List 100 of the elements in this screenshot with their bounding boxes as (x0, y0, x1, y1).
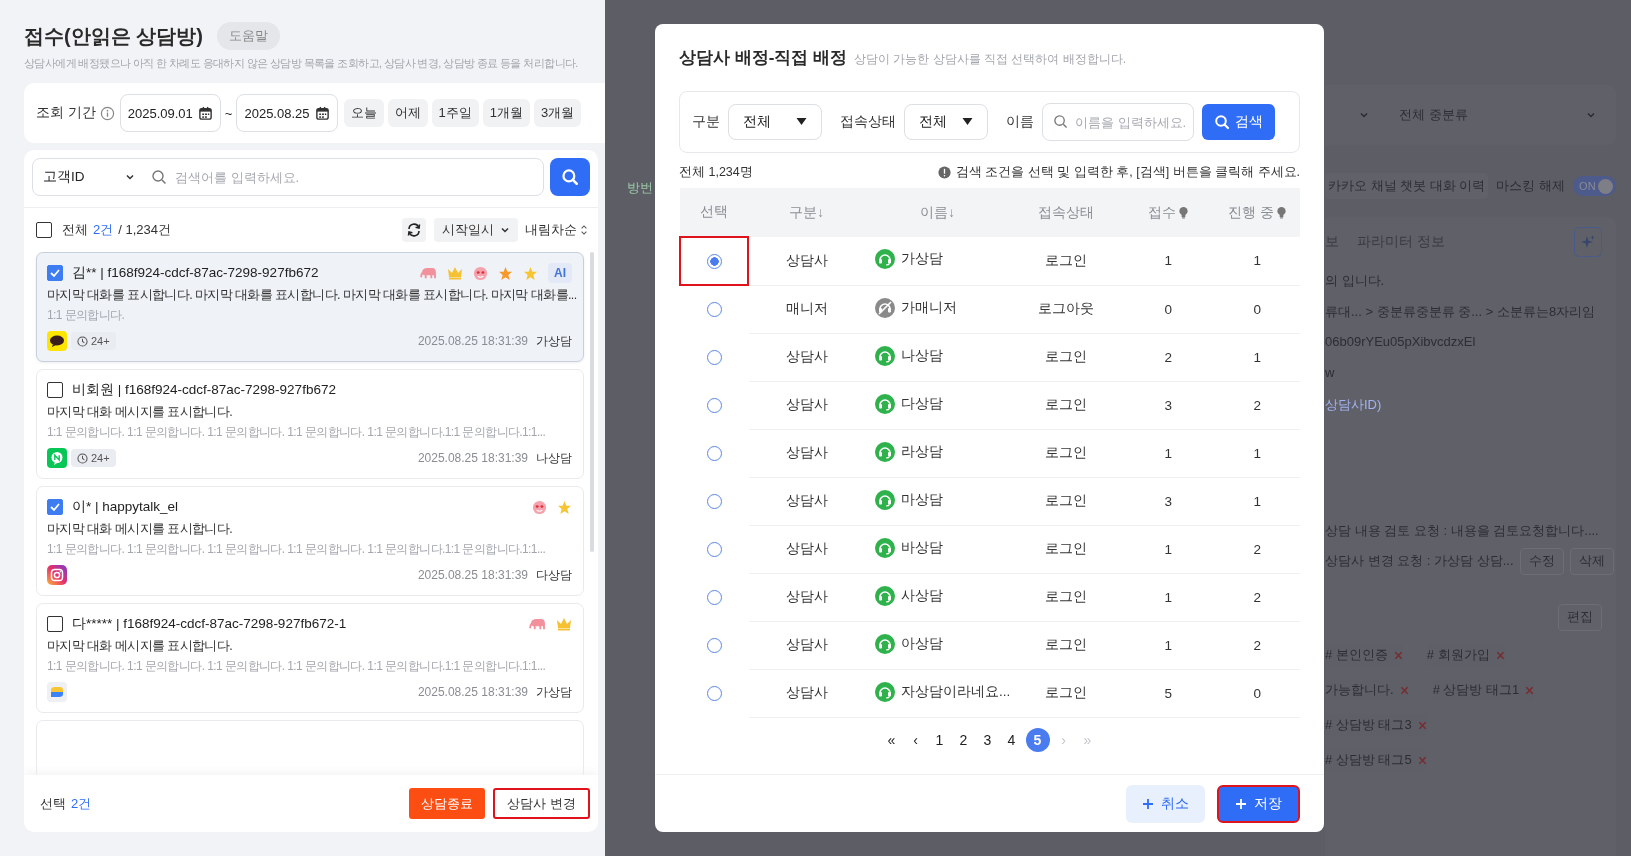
table-cell: 매니저 (748, 285, 865, 333)
page-nav-button[interactable]: ‹ (905, 728, 926, 752)
select-radio[interactable] (706, 253, 722, 269)
filter-label: 이름 (1006, 113, 1034, 131)
table-cell: 로그아웃 (1010, 285, 1123, 333)
ai-badge: AI (548, 263, 572, 283)
table-cell: 1 (1214, 237, 1300, 285)
room-time: 2025.08.25 18:31:39 (417, 334, 528, 348)
chat-room-card[interactable]: 다***** | f168f924-cdcf-87ac-7298-927fb672-1 마지막 대화 메시지를 표시합니다. 1:1 문의합니다. 1:1 문의합니다. 1:1 문의합니다. 1:1 문의합니다. 1:1 문의합니다.1:1 문의합니다.1:1... 2025.08.25 18:31:39 가상담 (36, 603, 584, 713)
search-field[interactable]: 고객ID 검색어를 입력하세요. (32, 158, 544, 196)
chat-app-icon (47, 448, 67, 468)
caret-down-icon (962, 118, 973, 126)
refresh-icon (406, 222, 422, 238)
chat-room-card[interactable]: 비회원 | f168f924-cdcf-87ac-7298-927fb672 마지막 대화 메시지를 표시합니다. 1:1 문의합니다. 1:1 문의합니다. 1:1 문의합니다. 1:1 문의합니다. 1:1 문의합니다.1:1 문의합니다.1:1... 24+ 2025.08.25 18:31:39 나상담 (36, 369, 584, 479)
search-button[interactable]: 검색 (1202, 104, 1275, 140)
table-cell: 1 (1122, 573, 1215, 621)
room-checkbox[interactable] (47, 616, 63, 632)
chevron-down-icon (500, 225, 510, 235)
end-date-field[interactable]: 2025.08.25 (236, 94, 338, 132)
table-cell: 상담사 (748, 669, 865, 717)
chat-room-card[interactable]: 이* | happytalk_el 마지막 대화 메시지를 표시합니다. 1:1 문의합니다. 1:1 문의합니다. 1:1 문의합니다. 1:1 문의합니다. 1:1 문의합니다.1:1 문의합니다.1:1... 2025.08.25 18:31:39 다상담 (36, 486, 584, 596)
page-button[interactable]: 3 (977, 728, 998, 752)
start-date-field[interactable]: 2025.09.01 (119, 94, 221, 132)
name-search-field[interactable]: 이름을 입력하세요. (1042, 103, 1194, 141)
period-button[interactable]: 3개월 (534, 99, 582, 127)
refresh-button[interactable] (402, 218, 426, 242)
selection-count: 2건 (71, 794, 92, 813)
close-icon[interactable] (1495, 650, 1505, 660)
sort-field-dropdown[interactable]: 시작일시 (434, 218, 518, 242)
period-button[interactable]: 1주일 (431, 99, 479, 127)
instagram-icon (47, 565, 67, 585)
page-button[interactable]: 2 (953, 728, 974, 752)
clock-icon (77, 335, 88, 347)
inquiry-text: 1:1 문의합니다. (47, 307, 126, 324)
table-cell: 0 (1122, 285, 1215, 333)
change-agent-button[interactable]: 상담사 변경 (493, 788, 590, 819)
save-button[interactable]: 저장 (1217, 784, 1300, 823)
chevron-down-icon (1586, 110, 1596, 120)
room-checkbox[interactable] (47, 382, 63, 398)
ai-button[interactable] (1574, 227, 1602, 257)
table-cell: 로그인 (1010, 621, 1123, 669)
agent-name: 가상담 (901, 250, 943, 269)
room-title: 다***** | f168f924-cdcf-87ac-7298-927fb672-1 (72, 615, 347, 633)
chevron-down-icon (1359, 110, 1369, 120)
room-title: 김** | f168f924-cdcf-87ac-7298-927fb672 (72, 264, 319, 282)
table-cell: 5 (1122, 669, 1215, 717)
caret-down-icon (796, 118, 807, 126)
room-title: 이* | happytalk_el (72, 498, 179, 516)
filter-label: 구분 (692, 113, 720, 131)
close-icon[interactable] (1417, 755, 1427, 765)
agent-name: 사상담 (901, 586, 943, 605)
dialog-subtitle: 상담이 가능한 상담사를 직접 선택하여 배정합니다. (854, 51, 1127, 68)
period-button[interactable]: 1개월 (482, 99, 530, 127)
table-cell: 상담사 (748, 573, 865, 621)
page-nav-button[interactable]: « (881, 728, 902, 752)
agent-name: 다상담 (536, 566, 572, 584)
calendar-icon (314, 105, 330, 121)
total-count: / 1,234건 (118, 221, 171, 239)
room-time: 2025.08.25 18:31:39 (417, 685, 528, 699)
room-checkbox[interactable] (47, 265, 63, 281)
room-title: 비회원 | f168f924-cdcf-87ac-7298-927fb672 (72, 381, 336, 399)
last-message: 마지막 대화 메시지를 표시합니다. (47, 638, 234, 655)
page-button[interactable]: 5 (1025, 728, 1050, 752)
agent-name: 가상담 (536, 332, 572, 350)
table-cell: 0 (1214, 669, 1300, 717)
table-cell: 로그인 (1010, 333, 1123, 381)
close-icon[interactable] (1393, 650, 1403, 660)
close-icon[interactable] (1417, 720, 1427, 730)
table-cell: 1 (1122, 525, 1215, 573)
search-button[interactable] (550, 158, 590, 196)
table-cell: 1 (1214, 429, 1300, 477)
period-label: 조회 기간 (36, 104, 96, 122)
search-type-select[interactable]: 고객ID (43, 168, 135, 186)
selected-count: 2건 (93, 221, 114, 239)
last-message: 마지막 대화 메시지를 표시합니다. (47, 521, 234, 538)
wait-time: 24+ (91, 335, 110, 347)
select-all-checkbox[interactable] (36, 222, 52, 238)
agent-name: 마상담 (901, 490, 943, 509)
page-button[interactable]: 4 (1001, 728, 1022, 752)
table-cell: 로그인 (1010, 477, 1123, 525)
sort-order-button[interactable]: 내림차순 (523, 221, 590, 239)
close-icon[interactable] (1399, 685, 1409, 695)
table-cell: 2 (1214, 621, 1300, 669)
period-button[interactable]: 오늘 (343, 99, 384, 127)
filter-select[interactable]: 전체 (728, 104, 822, 140)
table-cell: 상담사 (748, 333, 865, 381)
room-checkbox[interactable] (47, 499, 63, 515)
chat-room-card[interactable]: 김** | f168f924-cdcf-87ac-7298-927fb672 AI 마지막 대화를 표시합니다. 마지막 대화를 표시합니다. 마지막 대화를 표시합니다. 마지막 대화를... 1:1 문의합니다. 24+ 2025.08.25 18:31:39 가상담 (36, 252, 584, 362)
table-cell: 로그인 (1010, 429, 1123, 477)
cancel-button[interactable]: 취소 (1126, 784, 1205, 823)
plus-icon (1142, 797, 1154, 810)
alert-icon (937, 165, 951, 179)
page-button[interactable]: 1 (929, 728, 950, 752)
close-icon[interactable] (1525, 685, 1535, 695)
search-icon (561, 168, 579, 186)
period-button[interactable]: 어제 (387, 99, 428, 127)
filter-select[interactable]: 전체 (904, 104, 988, 140)
plus-icon (1235, 797, 1247, 810)
chat-bubble-icon (47, 682, 67, 702)
elephant-icon (420, 266, 437, 280)
